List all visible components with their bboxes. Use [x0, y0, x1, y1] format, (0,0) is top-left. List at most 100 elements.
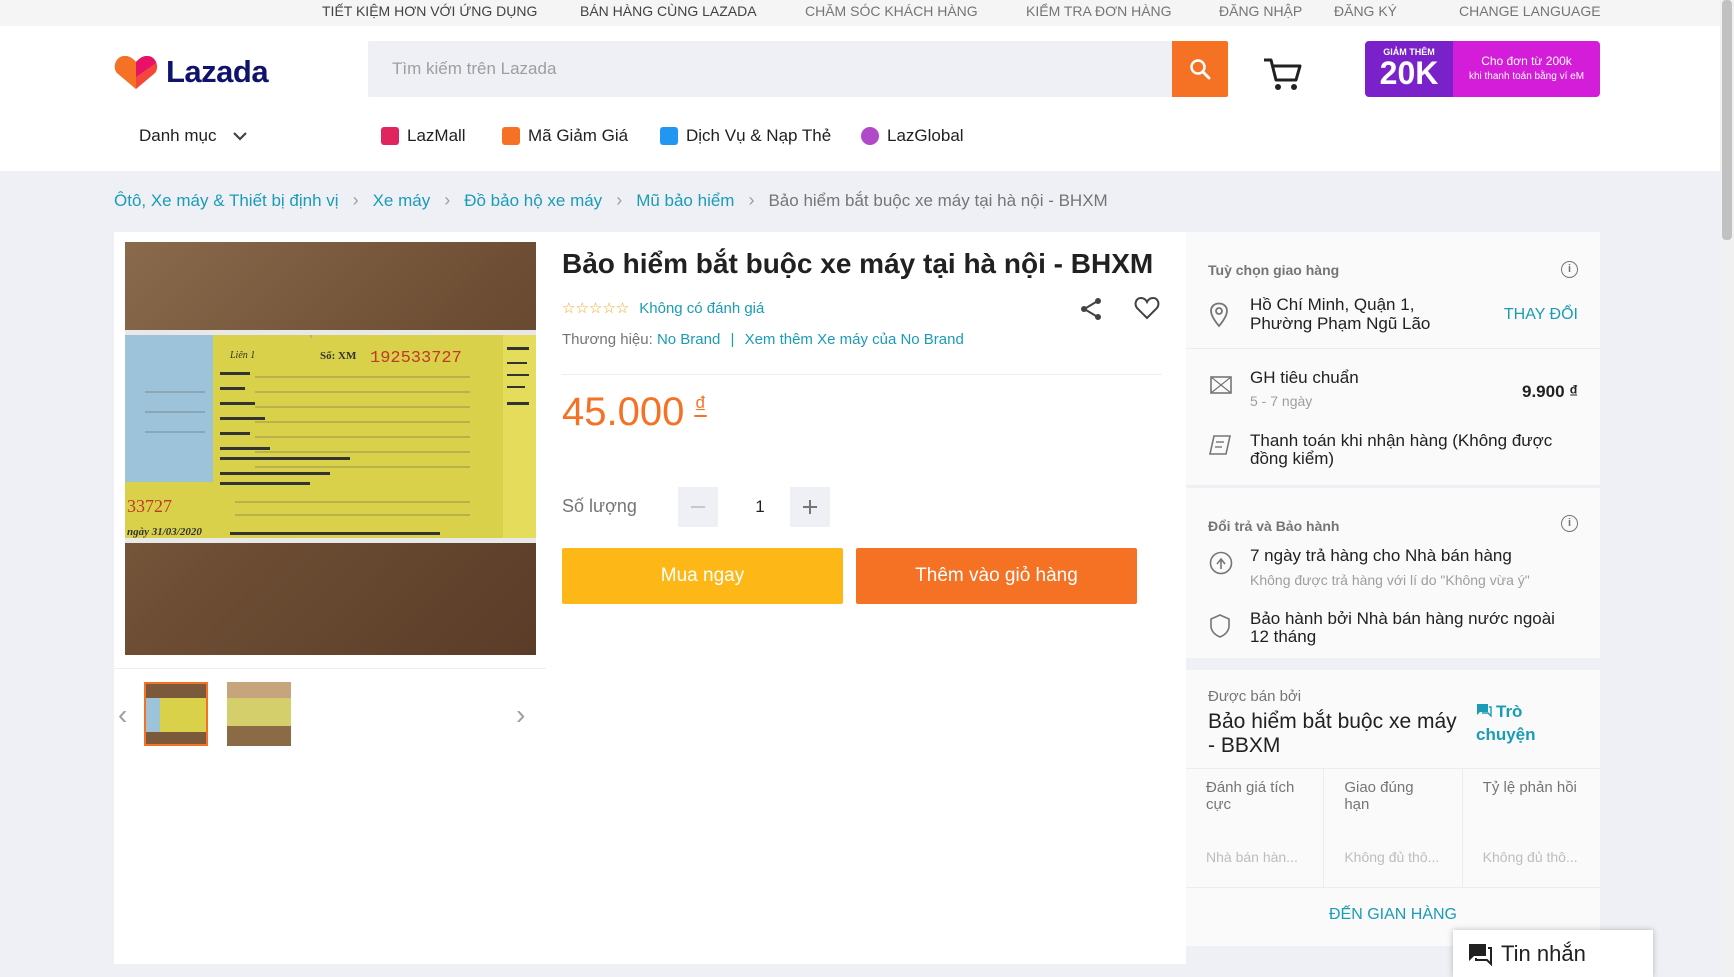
thumbnail[interactable]	[144, 682, 208, 746]
address-line2: Phường Phạm Ngũ Lão	[1250, 314, 1431, 333]
change-address-link[interactable]: THAY ĐỔI	[1504, 306, 1578, 324]
chevron-right-icon: ›	[616, 190, 623, 210]
chevron-left-icon[interactable]: ‹	[118, 699, 127, 731]
metric-label: Đánh giá tích cực	[1206, 779, 1295, 813]
topbar-link-login[interactable]: ĐĂNG NHẬP	[1219, 3, 1302, 19]
quantity-increase-button[interactable]	[790, 487, 830, 527]
return-title: 7 ngày trả hàng cho Nhà bán hàng	[1250, 546, 1512, 565]
shield-icon	[1210, 614, 1230, 638]
delivery-heading: Tuỳ chọn giao hàng	[1208, 262, 1340, 278]
topbar-link-language[interactable]: CHANGE LANGUAGE	[1459, 3, 1601, 19]
quantity-input[interactable]	[730, 487, 790, 527]
lazmall-icon	[381, 127, 399, 145]
topbar-link-app[interactable]: TIẾT KIỆM HƠN VỚI ỨNG DỤNG	[322, 3, 537, 19]
cod-line1: Thanh toán khi nhận hàng (Không được	[1250, 431, 1553, 450]
chat-seller-line1: Trò	[1496, 702, 1523, 721]
product-price: 45.000 ₫	[562, 390, 707, 435]
breadcrumb-item[interactable]: Mũ bảo hiểm	[636, 191, 734, 211]
quantity-decrease-button[interactable]	[678, 487, 718, 527]
wishlist-button[interactable]	[1134, 296, 1160, 325]
address-line1: Hồ Chí Minh, Quận 1,	[1250, 295, 1415, 314]
insurance-certificate-photo: Liên 1 Số: XM 192533727 33727 ngày 31/03…	[125, 242, 536, 655]
topbar-link-customer-care[interactable]: CHĂM SÓC KHÁCH HÀNG	[805, 3, 978, 19]
brand-more-link[interactable]: Xem thêm Xe máy của No Brand	[745, 331, 964, 348]
chat-seller-button[interactable]: Trò chuyện	[1476, 700, 1536, 746]
nav-services-label: Dịch Vụ & Nạp Thẻ	[686, 126, 832, 145]
seller-panel: Được bán bởi Bảo hiểm bắt buộc xe máy - …	[1186, 670, 1600, 946]
metric-value: Nhà bán hàn...	[1206, 849, 1298, 865]
chevron-right-icon: ›	[352, 190, 359, 210]
logo-text: Lazada	[166, 54, 269, 89]
returns-heading: Đổi trả và Bảo hành	[1208, 518, 1340, 534]
scrollbar-thumb[interactable]	[1722, 0, 1732, 240]
metric-label: Giao đúng hạn	[1344, 779, 1414, 813]
visit-store-link[interactable]: ĐẾN GIAN HÀNG	[1186, 906, 1600, 924]
seller-name[interactable]: Bảo hiểm bắt buộc xe máy - BBXM	[1208, 710, 1457, 758]
search-icon	[1190, 59, 1211, 80]
category-menu[interactable]: Danh mục	[139, 126, 248, 146]
location-pin-icon	[1210, 302, 1228, 328]
share-button[interactable]	[1078, 296, 1104, 327]
nav-lazglobal[interactable]: LazGlobal	[861, 126, 964, 146]
minus-icon	[691, 506, 705, 508]
topbar-link-signup[interactable]: ĐĂNG KÝ	[1334, 3, 1397, 19]
breadcrumb-item[interactable]: Ôtô, Xe máy & Thiết bị định vị	[114, 191, 339, 211]
promo-discount: GIẢM THÊM 20K	[1365, 41, 1453, 97]
topbar-link-track-order[interactable]: KIỂM TRA ĐƠN HÀNG	[1026, 3, 1172, 19]
thumbnail-image	[227, 682, 291, 746]
chat-widget[interactable]: Tin nhắn	[1453, 930, 1653, 977]
promo-line2: khi thanh toán bằng ví eM	[1468, 71, 1585, 82]
return-subtitle: Không được trả hàng với lí do "Không vừa…	[1250, 572, 1530, 588]
breadcrumb-item[interactable]: Xe máy	[373, 191, 431, 211]
brand-label: Thương hiệu:	[562, 331, 653, 348]
divider	[1186, 348, 1600, 349]
lazada-logo[interactable]: Lazada	[114, 53, 269, 91]
promo-amount: 20K	[1379, 55, 1439, 91]
chevron-right-icon: ›	[444, 190, 451, 210]
rating-link[interactable]: Không có đánh giá	[639, 300, 764, 317]
product-main-image[interactable]: Liên 1 Số: XM 192533727 33727 ngày 31/03…	[125, 242, 536, 655]
globe-icon	[861, 127, 879, 145]
metric-label: Tỷ lệ phản hồi	[1482, 779, 1577, 796]
chat-widget-label: Tin nhắn	[1501, 940, 1586, 966]
nav-lazglobal-label: LazGlobal	[887, 126, 964, 145]
phone-topup-icon	[660, 127, 678, 145]
info-icon[interactable]: i	[1561, 261, 1578, 278]
nav-services[interactable]: Dịch Vụ & Nạp Thẻ	[660, 126, 831, 146]
chevron-down-icon	[233, 132, 248, 141]
chevron-right-icon[interactable]: ›	[516, 699, 525, 731]
add-to-cart-button[interactable]: Thêm vào giỏ hàng	[856, 548, 1137, 604]
price-value: 45.000	[562, 390, 685, 434]
buy-now-button[interactable]: Mua ngay	[562, 548, 843, 604]
rating: ☆☆☆☆☆ Không có đánh giá	[562, 299, 764, 318]
voucher-icon	[502, 127, 520, 145]
thumbnail[interactable]	[227, 682, 291, 746]
breadcrumb-item[interactable]: Đồ bảo hộ xe máy	[464, 191, 602, 211]
search-bar	[368, 41, 1228, 97]
nav-lazmall[interactable]: LazMall	[381, 126, 466, 146]
cert-serial: 192533727	[370, 349, 462, 368]
shipping-name: GH tiêu chuẩn	[1250, 368, 1359, 387]
warranty-line2: 12 tháng	[1250, 627, 1317, 646]
price-currency: ₫	[694, 392, 707, 419]
thumbnail-image	[146, 684, 206, 744]
category-label: Danh mục	[139, 126, 217, 145]
promo-line1: Cho đơn từ 200k	[1481, 54, 1572, 68]
cart-button[interactable]	[1262, 56, 1304, 97]
nav-vouchers[interactable]: Mã Giảm Giá	[502, 126, 628, 146]
cash-on-delivery-icon	[1209, 435, 1231, 455]
shipping-time: 5 - 7 ngày	[1250, 393, 1313, 409]
chat-seller-line2: chuyện	[1476, 725, 1536, 744]
info-icon[interactable]: i	[1561, 515, 1578, 532]
page-scrollbar[interactable]	[1720, 0, 1734, 977]
promo-banner[interactable]: GIẢM THÊM 20K Cho đơn từ 200k khi thanh …	[1365, 41, 1600, 97]
brand-link[interactable]: No Brand	[657, 331, 720, 348]
cert-so-label: Số: XM	[320, 350, 357, 362]
search-button[interactable]	[1172, 41, 1228, 97]
chat-bubble-icon	[1477, 704, 1492, 718]
topbar-link-sell[interactable]: BÁN HÀNG CÙNG LAZADA	[580, 3, 757, 19]
metric-response-rate: Tỷ lệ phản hồi Không đủ thô...	[1463, 769, 1600, 887]
sold-by-label: Được bán bởi	[1208, 688, 1302, 705]
search-input[interactable]	[368, 41, 1172, 97]
cert-date: ngày 31/03/2020	[127, 526, 202, 538]
